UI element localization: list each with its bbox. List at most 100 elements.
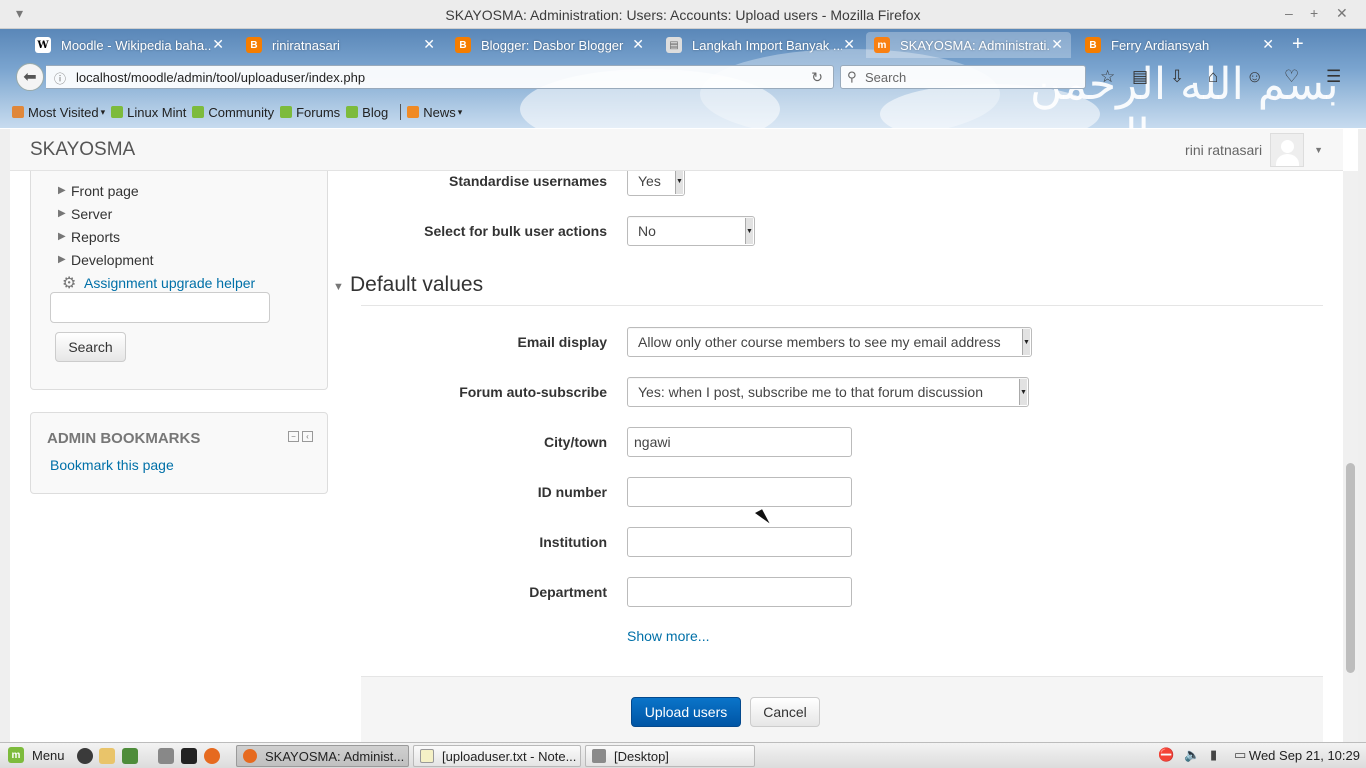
rss-icon bbox=[407, 106, 420, 118]
tab-label: SKAYOSMA: Administrati... bbox=[900, 37, 1050, 53]
update-manager-icon[interactable]: ⛔ bbox=[1158, 747, 1174, 763]
reload-icon[interactable]: ↻ bbox=[811, 69, 823, 86]
standardise-usernames-select[interactable]: Yes ▼ bbox=[627, 171, 685, 196]
start-menu-button[interactable]: m Menu bbox=[8, 747, 65, 763]
forum-auto-subscribe-select[interactable]: Yes: when I post, subscribe me to that f… bbox=[627, 377, 1029, 407]
task-notepad[interactable]: [uploaduser.txt - Note... bbox=[413, 745, 581, 767]
close-tab-icon[interactable]: ✕ bbox=[632, 36, 644, 53]
expand-triangle-icon: ▶ bbox=[58, 185, 66, 196]
close-tab-icon[interactable]: ✕ bbox=[843, 36, 855, 53]
close-tab-icon[interactable]: ✕ bbox=[1051, 36, 1063, 53]
network-icon[interactable]: ▮ bbox=[1210, 747, 1217, 763]
bookmark-label: Community bbox=[208, 104, 275, 120]
gear-icon: ⚙ bbox=[62, 275, 77, 292]
nav-item-reports[interactable]: ▶ Reports bbox=[58, 229, 121, 245]
close-tab-icon[interactable]: ✕ bbox=[212, 36, 224, 53]
blogger-icon: B bbox=[246, 37, 262, 53]
bookmark-forums[interactable]: Forums bbox=[280, 105, 340, 120]
tab-skayosma-admin[interactable]: m SKAYOSMA: Administrati... ✕ bbox=[866, 32, 1071, 58]
task-desktop[interactable]: [Desktop] bbox=[585, 745, 755, 767]
task-firefox[interactable]: SKAYOSMA: Administ... bbox=[236, 745, 409, 767]
dock-icon[interactable]: ‹ bbox=[302, 431, 313, 442]
tab-riniratnasari[interactable]: B riniratnasari ✕ bbox=[238, 32, 443, 58]
nav-item-server[interactable]: ▶ Server bbox=[58, 206, 112, 222]
tab-ferry-ardiansyah[interactable]: B Ferry Ardiansyah ✕ bbox=[1077, 32, 1282, 58]
user-name[interactable]: rini ratnasari bbox=[1185, 142, 1262, 158]
tab-langkah-import[interactable]: ▤ Langkah Import Banyak ... ✕ bbox=[658, 32, 863, 58]
collapse-icon[interactable]: − bbox=[288, 431, 299, 442]
admin-search-button[interactable]: Search bbox=[55, 332, 126, 362]
blogger-icon: B bbox=[1085, 37, 1101, 53]
close-tab-icon[interactable]: ✕ bbox=[1262, 36, 1274, 53]
expand-triangle-icon: ▶ bbox=[58, 208, 66, 219]
bookmark-most-visited[interactable]: Most Visited ▾ bbox=[12, 105, 105, 120]
show-desktop-icon[interactable] bbox=[77, 748, 93, 764]
files-icon[interactable] bbox=[99, 748, 115, 764]
cancel-button[interactable]: Cancel bbox=[750, 697, 820, 727]
nav-item-development[interactable]: ▶ Development bbox=[58, 252, 154, 268]
bookmarks-toolbar: Most Visited ▾ Linux Mint Community Forum… bbox=[0, 100, 1366, 124]
bookmark-community[interactable]: Community bbox=[192, 105, 274, 120]
admin-search-input[interactable] bbox=[50, 292, 270, 323]
nav-item-front-page[interactable]: ▶ Front page bbox=[58, 183, 139, 199]
bookmark-this-page-link[interactable]: Bookmark this page bbox=[50, 457, 174, 473]
show-more-link[interactable]: Show more... bbox=[627, 628, 709, 644]
avatar[interactable] bbox=[1270, 133, 1305, 167]
clock[interactable]: Wed Sep 21, 10:29 bbox=[1249, 748, 1360, 763]
window-edge bbox=[1358, 129, 1366, 742]
download-icon[interactable]: ⇩ bbox=[1170, 67, 1184, 87]
window-title: SKAYOSMA: Administration: Users: Account… bbox=[445, 7, 921, 23]
forum-auto-subscribe-label: Forum auto-subscribe bbox=[459, 384, 607, 400]
pocket-icon[interactable]: ♡ bbox=[1284, 67, 1299, 87]
chevron-down-icon[interactable]: ▼ bbox=[1314, 145, 1323, 155]
tab-label: Moodle - Wikipedia baha... bbox=[61, 37, 211, 53]
institution-input[interactable] bbox=[627, 527, 852, 557]
site-brand[interactable]: SKAYOSMA bbox=[30, 139, 135, 161]
select-value: Yes: when I post, subscribe me to that f… bbox=[638, 384, 983, 400]
nav-item-label: Front page bbox=[71, 183, 139, 199]
nav-item-label: Reports bbox=[71, 229, 121, 245]
url-text[interactable]: localhost/moodle/admin/tool/uploaduser/i… bbox=[76, 70, 365, 85]
scrollbar-thumb[interactable] bbox=[1346, 463, 1355, 673]
hamburger-menu-icon[interactable]: ☰ bbox=[1326, 67, 1341, 87]
terminal-icon[interactable] bbox=[181, 748, 197, 764]
bookmark-blog[interactable]: Blog bbox=[346, 105, 388, 120]
battery-icon[interactable]: ▭ bbox=[1234, 747, 1246, 763]
blogger-icon: B bbox=[455, 37, 471, 53]
email-display-select[interactable]: Allow only other course members to see m… bbox=[627, 327, 1032, 357]
tab-moodle-wikipedia[interactable]: W Moodle - Wikipedia baha... ✕ bbox=[27, 32, 232, 58]
volume-icon[interactable]: 🔈 bbox=[1184, 747, 1200, 763]
back-button[interactable]: ⬅ bbox=[16, 63, 44, 91]
close-window-button[interactable]: ✕ bbox=[1336, 5, 1348, 22]
desktop-icon bbox=[592, 749, 606, 763]
id-number-input[interactable] bbox=[627, 477, 852, 507]
section-title: Default values bbox=[350, 273, 484, 296]
default-values-section-toggle[interactable]: ▼ Default values bbox=[333, 273, 484, 297]
city-town-input[interactable]: ngawi bbox=[627, 427, 852, 457]
settings-icon[interactable] bbox=[158, 748, 174, 764]
firefox-icon[interactable] bbox=[204, 748, 220, 764]
hello-icon[interactable]: ☺ bbox=[1246, 67, 1263, 87]
reading-list-icon[interactable]: ▤ bbox=[1132, 67, 1148, 87]
info-icon[interactable]: ⓘ bbox=[54, 70, 66, 87]
user-menu[interactable]: rini ratnasari ▼ bbox=[1185, 133, 1323, 167]
new-tab-button[interactable]: + bbox=[1292, 33, 1304, 56]
maximize-button[interactable]: + bbox=[1310, 5, 1318, 21]
upload-users-button[interactable]: Upload users bbox=[631, 697, 741, 727]
bookmark-linux-mint[interactable]: Linux Mint bbox=[111, 105, 186, 120]
bookmark-star-icon[interactable]: ☆ bbox=[1100, 67, 1115, 87]
system-monitor-icon[interactable] bbox=[122, 748, 138, 764]
url-bar[interactable]: ⓘ localhost/moodle/admin/tool/uploaduser… bbox=[46, 65, 834, 89]
minimize-button[interactable]: – bbox=[1285, 5, 1293, 21]
mouse-cursor-icon bbox=[755, 509, 770, 528]
tab-blogger-dashboard[interactable]: B Blogger: Dasbor Blogger ✕ bbox=[447, 32, 652, 58]
bulk-user-actions-select[interactable]: No ▼ bbox=[627, 216, 755, 246]
department-input[interactable] bbox=[627, 577, 852, 607]
home-icon[interactable]: ⌂ bbox=[1208, 67, 1218, 87]
search-bar[interactable]: ⚲ Search bbox=[840, 65, 1086, 89]
page-scrollbar[interactable] bbox=[1343, 171, 1358, 742]
assignment-upgrade-helper-link[interactable]: ⚙ Assignment upgrade helper bbox=[62, 275, 255, 292]
city-town-label: City/town bbox=[544, 434, 607, 450]
close-tab-icon[interactable]: ✕ bbox=[423, 36, 435, 53]
bookmark-news[interactable]: News ▾ bbox=[407, 105, 462, 120]
